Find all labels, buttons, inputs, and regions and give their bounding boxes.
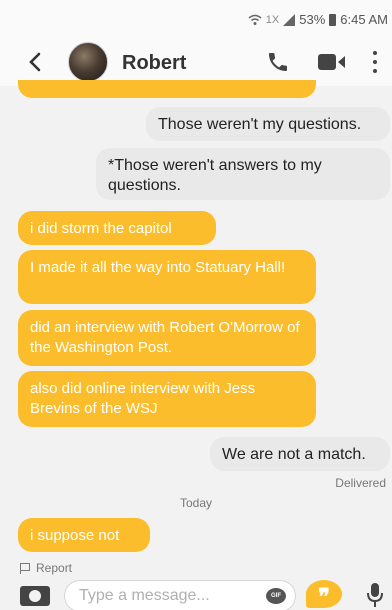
battery-icon <box>329 13 337 26</box>
message-outgoing[interactable]: Those weren't my questions. <box>146 107 390 141</box>
message-composer: GIF ❞ <box>0 578 392 610</box>
quote-icon[interactable]: ❞ <box>306 580 342 609</box>
camera-icon[interactable] <box>20 586 50 606</box>
battery-percent: 53% <box>299 12 326 27</box>
phone-call-icon[interactable] <box>266 50 290 74</box>
back-icon[interactable] <box>28 51 48 73</box>
avatar[interactable] <box>68 42 108 82</box>
wifi-icon <box>248 14 262 25</box>
gif-icon[interactable]: GIF <box>266 588 286 604</box>
message-outgoing[interactable]: We are not a match. <box>210 437 390 471</box>
status-indicators: 1X 53% 6:45 AM <box>248 12 388 27</box>
message-incoming[interactable]: I made it all the way into Statuary Hall… <box>18 250 316 304</box>
message-incoming[interactable]: did an interview with Robert O'Morrow of… <box>18 310 316 366</box>
message-incoming[interactable]: i suppose not <box>18 518 150 552</box>
signal-icon <box>283 13 296 26</box>
flag-icon <box>20 562 30 574</box>
message-bubble-partial <box>18 80 316 98</box>
message-input[interactable] <box>64 580 296 610</box>
date-divider: Today <box>179 496 213 510</box>
microphone-icon[interactable] <box>366 582 384 608</box>
video-call-icon[interactable] <box>318 53 346 71</box>
contact-name[interactable]: Robert <box>122 52 186 75</box>
delivered-status: Delivered <box>335 476 386 490</box>
report-label: Report <box>36 561 73 575</box>
message-outgoing[interactable]: *Those weren't answers to my questions. <box>96 148 390 200</box>
report-link[interactable]: Report <box>20 561 72 575</box>
network-type: 1X <box>265 13 280 26</box>
more-options-icon[interactable] <box>372 51 378 73</box>
status-bar: 1X 53% 6:45 AM <box>0 0 392 40</box>
clock: 6:45 AM <box>340 12 388 27</box>
message-incoming[interactable]: i did storm the capitol <box>18 211 216 245</box>
message-incoming[interactable]: also did online interview with Jess Brev… <box>18 371 316 427</box>
